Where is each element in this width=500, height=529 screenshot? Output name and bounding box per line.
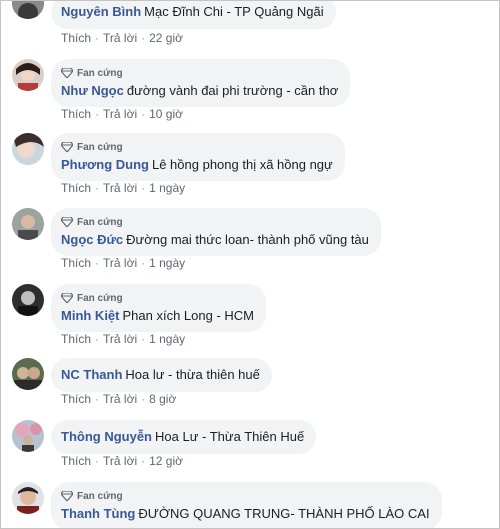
like-link[interactable]: Thích: [61, 332, 91, 346]
badge-label: Fan cứng: [77, 67, 123, 79]
reply-link[interactable]: Trả lời: [103, 332, 137, 346]
comment-bubble: Fan cứng Thanh Tùng ĐƯỜNG QUANG TRUNG- TH…: [51, 482, 442, 528]
avatar[interactable]: [12, 482, 44, 514]
diamond-icon: [61, 491, 73, 501]
reply-link[interactable]: Trả lời: [103, 256, 137, 270]
avatar[interactable]: [12, 133, 44, 165]
comment-bubble: NC Thanh Hoa lư - thừa thiên huế: [51, 358, 272, 392]
commenter-name[interactable]: Minh Kiệt: [61, 308, 120, 323]
comment-bubble: Fan cứng Như Ngọc đường vành đai phi trườ…: [51, 59, 351, 107]
comment-bubble: Fan cứng Phương Dung Lê hồng phong thị xã…: [51, 133, 345, 181]
diamond-icon: [61, 68, 73, 78]
timestamp[interactable]: 22 giờ: [149, 31, 183, 45]
fan-badge: Fan cứng: [61, 141, 333, 153]
comment-text: đường vành đai phi trường - cần thơ: [126, 83, 339, 98]
avatar[interactable]: [12, 208, 44, 240]
commenter-name[interactable]: Như Ngọc: [61, 83, 124, 98]
comment-actions: Thích · Trả lời · 1 ngày: [61, 256, 185, 270]
badge-label: Fan cứng: [77, 490, 123, 502]
comment-actions: Thích · Trả lời · 12 giờ: [61, 454, 183, 468]
separator: ·: [141, 454, 146, 468]
timestamp[interactable]: 1 ngày: [149, 332, 185, 346]
separator: ·: [95, 332, 100, 346]
commenter-name[interactable]: Nguyên Bình: [61, 4, 141, 19]
timestamp[interactable]: 8 giờ: [149, 392, 176, 406]
comment-actions: Thích · Trả lời · 8 giờ: [61, 392, 176, 406]
comment-actions: Thích · Trả lời · 22 giờ: [61, 31, 183, 45]
separator: ·: [141, 107, 146, 121]
comment-actions: Thích · Trả lời · 1 ngày: [61, 332, 185, 346]
comment-bubble: Fan cứng Minh Kiệt Phan xích Long - HCM: [51, 284, 267, 332]
comment-actions: Thích · Trả lời · 1 ngày: [61, 181, 185, 195]
like-link[interactable]: Thích: [61, 107, 91, 121]
badge-label: Fan cứng: [77, 292, 123, 304]
avatar[interactable]: [12, 1, 44, 19]
like-link[interactable]: Thích: [61, 392, 91, 406]
reply-link[interactable]: Trả lời: [103, 31, 137, 45]
avatar[interactable]: [12, 284, 44, 316]
badge-label: Fan cứng: [77, 141, 123, 153]
separator: ·: [141, 332, 146, 346]
comment-text: Mạc Đĩnh Chi - TP Quảng Ngãi: [144, 4, 324, 19]
comment-text: Lê hồng phong thị xã hồng ngự: [151, 157, 333, 172]
fan-badge: Fan cứng: [61, 292, 254, 304]
timestamp[interactable]: 10 giờ: [149, 107, 183, 121]
separator: ·: [141, 181, 146, 195]
reply-link[interactable]: Trả lời: [103, 107, 137, 121]
comment-bubble: Thông Nguyễn Hoa Lư - Thừa Thiên Huế: [51, 420, 317, 454]
commenter-name[interactable]: NC Thanh: [61, 367, 122, 382]
comment-bubble: Nguyên Bình Mạc Đĩnh Chi - TP Quảng Ngãi: [51, 1, 336, 29]
like-link[interactable]: Thích: [61, 454, 91, 468]
fan-badge: Fan cứng: [61, 67, 338, 79]
diamond-icon: [61, 142, 73, 152]
timestamp[interactable]: 1 ngày: [149, 256, 185, 270]
diamond-icon: [61, 217, 73, 227]
fan-badge: Fan cứng: [61, 216, 369, 228]
separator: ·: [141, 256, 146, 270]
separator: ·: [141, 31, 146, 45]
avatar[interactable]: [12, 420, 44, 452]
separator: ·: [95, 454, 100, 468]
avatar[interactable]: [12, 59, 44, 91]
separator: ·: [95, 181, 100, 195]
reply-link[interactable]: Trả lời: [103, 392, 137, 406]
separator: ·: [141, 392, 146, 406]
commenter-name[interactable]: Thanh Tùng: [61, 506, 135, 521]
separator: ·: [95, 107, 100, 121]
commenter-name[interactable]: Thông Nguyễn: [61, 429, 152, 444]
separator: ·: [95, 392, 100, 406]
badge-label: Fan cứng: [77, 216, 123, 228]
separator: ·: [95, 31, 100, 45]
commenter-name[interactable]: Phương Dung: [61, 157, 149, 172]
reply-link[interactable]: Trả lời: [103, 181, 137, 195]
comment-text: Hoa lư - thừa thiên huế: [125, 367, 260, 382]
like-link[interactable]: Thích: [61, 31, 91, 45]
comment-text: ĐƯỜNG QUANG TRUNG- THÀNH PHỐ LÀO CAI: [138, 506, 430, 521]
like-link[interactable]: Thích: [61, 181, 91, 195]
commenter-name[interactable]: Ngọc Đức: [61, 232, 123, 247]
fan-badge: Fan cứng: [61, 490, 430, 502]
timestamp[interactable]: 12 giờ: [149, 454, 183, 468]
avatar[interactable]: [12, 358, 44, 390]
comment-list: Nguyên Bình Mạc Đĩnh Chi - TP Quảng Ngãi …: [0, 0, 500, 529]
reply-link[interactable]: Trả lời: [103, 454, 137, 468]
like-link[interactable]: Thích: [61, 256, 91, 270]
diamond-icon: [61, 293, 73, 303]
comment-bubble: Fan cứng Ngọc Đức Đường mai thức loan- th…: [51, 208, 381, 256]
timestamp[interactable]: 1 ngày: [149, 181, 185, 195]
separator: ·: [95, 256, 100, 270]
comment-text: Đường mai thức loan- thành phố vũng tàu: [126, 232, 369, 247]
comment-text: Hoa Lư - Thừa Thiên Huế: [155, 429, 305, 444]
comment-actions: Thích · Trả lời · 10 giờ: [61, 107, 183, 121]
comment-text: Phan xích Long - HCM: [122, 308, 255, 323]
